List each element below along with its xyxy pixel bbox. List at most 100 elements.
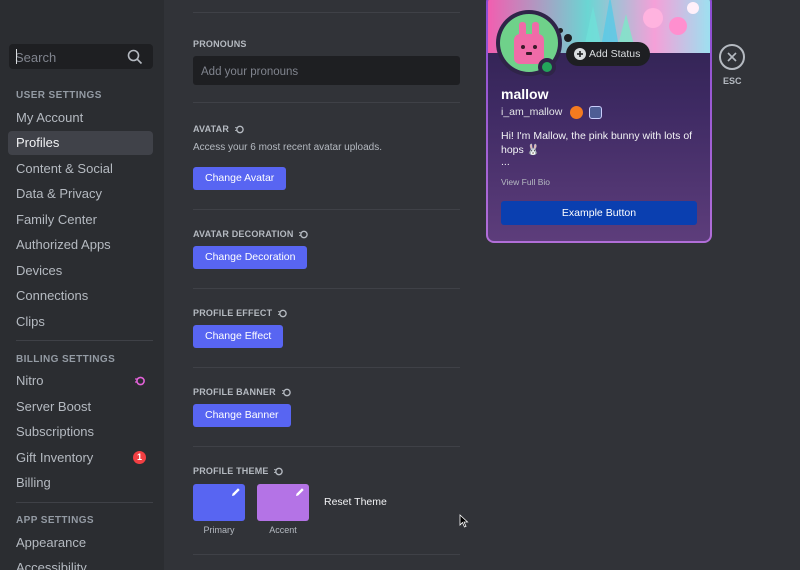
pronouns-label: Pronouns — [193, 39, 247, 49]
sidebar-item-label: Appearance — [16, 535, 87, 550]
search-input[interactable] — [9, 44, 127, 71]
search-icon — [127, 49, 143, 65]
profile-card-body: Add Status mallow i_am_mallow Hi! I'm Ma… — [488, 0, 710, 241]
change-avatar-button[interactable]: Change Avatar — [193, 167, 287, 190]
sidebar-item-label: Server Boost — [16, 399, 92, 414]
pronouns-field[interactable] — [193, 56, 470, 87]
search-box[interactable] — [9, 44, 153, 71]
badge-list — [570, 104, 604, 120]
nitro-icon — [274, 467, 284, 476]
online-status-indicator — [538, 58, 556, 76]
sidebar-item-accessibility[interactable]: Accessibility — [8, 556, 153, 570]
notification-badge: 1 — [133, 451, 146, 464]
sidebar-item-label: Connections — [16, 288, 89, 303]
status-bubble-dot — [564, 34, 572, 42]
nitro-icon — [135, 376, 145, 386]
nitro-icon — [299, 230, 309, 239]
sidebar-item-content-social[interactable]: Content & Social — [8, 157, 153, 181]
close-button[interactable] — [719, 44, 745, 70]
primary-label: Primary — [203, 525, 235, 535]
profile-effect-label: Profile Effect — [193, 308, 287, 318]
sidebar-item-label: Gift Inventory — [16, 450, 94, 465]
profile-settings-panel: Pronouns Avatar Access your 6 most recen… — [193, 0, 470, 570]
reset-theme-button[interactable]: Reset Theme — [324, 496, 387, 508]
username: i_am_mallow — [501, 106, 563, 118]
sidebar-item-nitro[interactable]: Nitro — [8, 369, 153, 393]
sidebar-item-label: Family Center — [16, 212, 97, 227]
bio-ellipsis: ... — [501, 156, 510, 168]
avatar-decoration-label: Avatar Decoration — [193, 229, 309, 239]
settings-sidebar: User Settings My Account Profiles Conten… — [0, 0, 164, 570]
change-effect-button[interactable]: Change Effect — [193, 325, 284, 348]
sidebar-item-authorized-apps[interactable]: Authorized Apps — [8, 233, 153, 257]
avatar-label-text: Avatar — [193, 124, 230, 134]
pronouns-input[interactable] — [193, 56, 470, 87]
nitro-icon — [281, 388, 291, 397]
nitro-badge-icon[interactable] — [589, 106, 603, 120]
add-status-button[interactable]: Add Status — [566, 42, 651, 66]
section-divider — [193, 209, 460, 210]
sidebar-item-label: My Account — [16, 110, 84, 125]
change-banner-button[interactable]: Change Banner — [193, 404, 291, 427]
section-divider — [193, 367, 460, 368]
pencil-icon — [296, 488, 304, 496]
view-full-bio-link[interactable]: View Full Bio — [501, 177, 550, 187]
sidebar-item-profiles[interactable]: Profiles — [8, 131, 153, 155]
section-divider — [193, 288, 460, 289]
sidebar-divider — [16, 340, 153, 341]
sidebar-item-data-privacy[interactable]: Data & Privacy — [8, 182, 153, 206]
section-divider — [193, 446, 460, 447]
accent-label: Accent — [269, 525, 297, 535]
sidebar-item-subscriptions[interactable]: Subscriptions — [8, 420, 153, 444]
example-button[interactable]: Example Button — [501, 201, 697, 225]
sidebar-item-appearance[interactable]: Appearance — [8, 531, 153, 555]
hypesquad-badge-icon[interactable] — [570, 106, 583, 120]
add-status-label: Add Status — [589, 48, 641, 60]
profile-theme-label: Profile Theme — [193, 466, 284, 476]
sidebar-item-server-boost[interactable]: Server Boost — [8, 395, 153, 419]
sidebar-item-label: Devices — [16, 263, 63, 278]
sidebar-item-label: Nitro — [16, 373, 44, 388]
section-divider — [193, 12, 460, 13]
sidebar-item-label: Accessibility — [16, 560, 87, 570]
mouse-cursor-icon — [459, 514, 469, 528]
text-caret — [16, 49, 17, 64]
sidebar-item-devices[interactable]: Devices — [8, 259, 153, 283]
pencil-icon — [232, 488, 240, 496]
sidebar-item-family-center[interactable]: Family Center — [8, 208, 153, 232]
user-settings-heading: User Settings — [16, 90, 102, 101]
plus-circle-icon — [574, 48, 586, 61]
sidebar-item-label: Subscriptions — [16, 424, 95, 439]
sidebar-item-billing[interactable]: Billing — [8, 471, 153, 495]
sidebar-item-label: Content & Social — [16, 161, 113, 176]
avatar-label: Avatar — [193, 124, 244, 134]
nitro-icon — [278, 309, 287, 318]
primary-color-swatch[interactable] — [193, 484, 245, 521]
avatar-decoration-label-text: Avatar Decoration — [193, 229, 294, 239]
section-divider — [193, 102, 460, 103]
esc-label: ESC — [723, 76, 742, 86]
profile-banner-label-text: Profile Banner — [193, 387, 276, 397]
sidebar-item-label: Clips — [16, 314, 45, 329]
sidebar-item-connections[interactable]: Connections — [8, 284, 153, 308]
sidebar-item-label: Profiles — [16, 135, 60, 150]
change-decoration-button[interactable]: Change Decoration — [193, 246, 308, 269]
sidebar-item-label: Billing — [16, 475, 51, 490]
nitro-icon — [234, 125, 244, 134]
section-divider — [193, 554, 460, 555]
profile-effect-label-text: Profile Effect — [193, 308, 273, 318]
accent-color-swatch[interactable] — [257, 484, 309, 521]
billing-settings-heading: Billing Settings — [16, 354, 116, 365]
sidebar-item-label: Data & Privacy — [16, 186, 102, 201]
sidebar-item-my-account[interactable]: My Account — [8, 106, 153, 130]
app-settings-heading: App Settings — [16, 515, 94, 526]
sidebar-divider — [16, 502, 153, 503]
sidebar-item-gift-inventory[interactable]: Gift Inventory 1 — [8, 446, 153, 470]
profile-banner-label: Profile Banner — [193, 387, 291, 397]
sidebar-item-clips[interactable]: Clips — [8, 310, 153, 334]
sidebar-item-label: Authorized Apps — [16, 237, 111, 252]
close-icon — [727, 52, 737, 62]
profile-theme-label-text: Profile Theme — [193, 466, 269, 476]
profile-preview-card: Add Status mallow i_am_mallow Hi! I'm Ma… — [486, 0, 712, 243]
avatar-description: Access your 6 most recent avatar uploads… — [193, 142, 382, 153]
